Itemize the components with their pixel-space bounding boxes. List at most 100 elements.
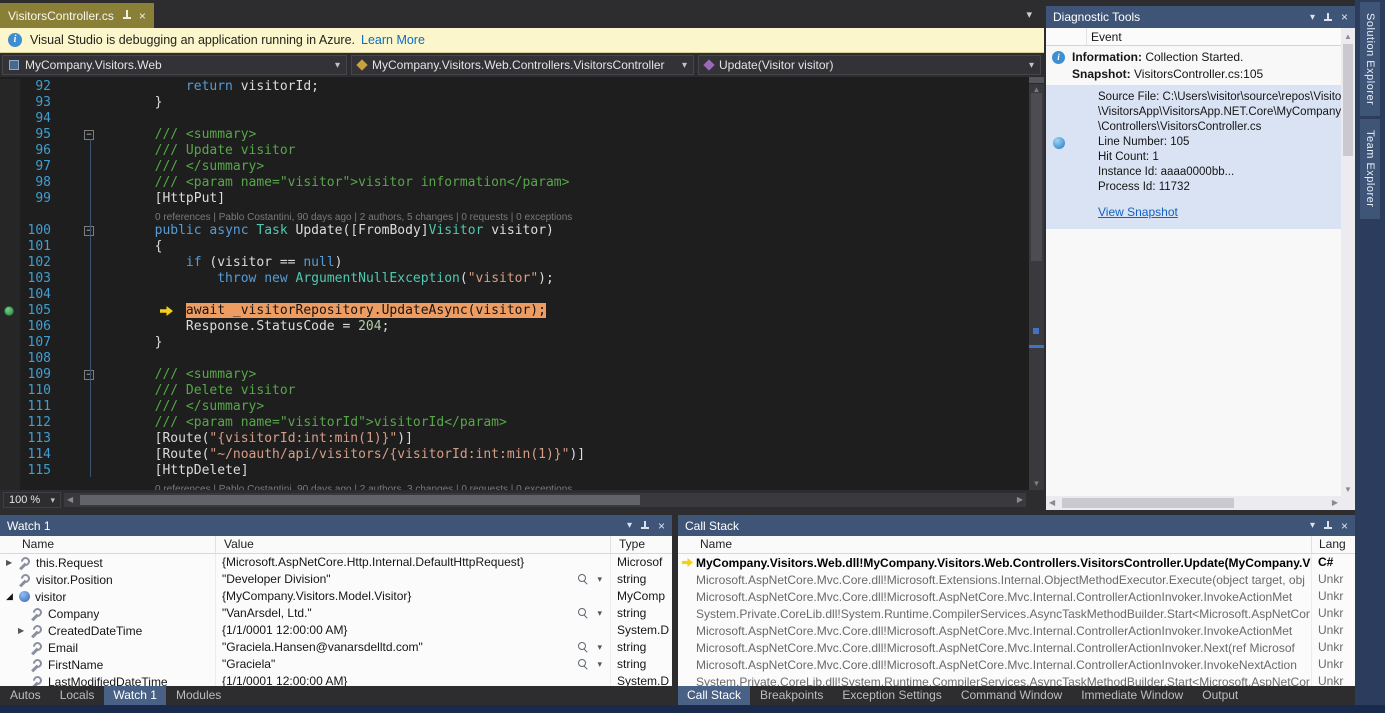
codelens-row[interactable]: 0 references | Pablo Costantini, 90 days…	[0, 207, 1028, 223]
breakpoint-margin[interactable]	[0, 223, 20, 239]
breakpoint-margin[interactable]	[0, 95, 20, 111]
breakpoint-margin[interactable]	[0, 111, 20, 127]
fold-margin[interactable]: −	[58, 367, 92, 383]
breakpoint-margin[interactable]	[0, 127, 20, 143]
panel-tab-watch-1[interactable]: Watch 1	[104, 686, 166, 705]
expander-icon[interactable]: ◢	[6, 591, 19, 602]
panel-tab-exception-settings[interactable]: Exception Settings	[833, 686, 950, 705]
panel-tab-output[interactable]: Output	[1193, 686, 1247, 705]
breakpoint-margin[interactable]	[0, 319, 20, 335]
scroll-down-icon[interactable]: ▼	[1029, 479, 1044, 488]
breakpoint-margin[interactable]	[0, 239, 20, 255]
code-line[interactable]: 103 throw new ArgumentNullException("vis…	[0, 271, 1028, 287]
breakpoint-margin[interactable]	[0, 207, 20, 223]
magnifier-icon[interactable]	[578, 574, 586, 582]
window-menu-icon[interactable]: ▾	[1310, 12, 1315, 23]
event-row-snapshot[interactable]: Snapshot: VisitorsController.cs:105	[1046, 66, 1341, 83]
breakpoint-margin[interactable]	[0, 159, 20, 175]
code-line[interactable]: 102 if (visitor == null)	[0, 255, 1028, 271]
scroll-thumb[interactable]	[1031, 93, 1042, 261]
tab-overflow-chevron-icon[interactable]: ▾	[1026, 8, 1032, 21]
code-editor[interactable]: 92 return visitorId;93 }9495− /// <summa…	[0, 77, 1044, 490]
code-line[interactable]: 115 [HttpDelete]	[0, 463, 1028, 479]
breakpoint-margin[interactable]	[0, 367, 20, 383]
fold-margin[interactable]	[58, 415, 92, 431]
panel-tab-autos[interactable]: Autos	[1, 686, 50, 705]
fold-margin[interactable]: −	[58, 223, 92, 239]
breakpoint-margin[interactable]	[0, 191, 20, 207]
pin-icon[interactable]	[641, 520, 649, 531]
codelens-indicator[interactable]: 0 references | Pablo Costantini, 90 days…	[155, 212, 572, 223]
scroll-down-icon[interactable]: ▼	[1341, 485, 1355, 494]
breakpoint-margin[interactable]	[0, 303, 20, 319]
column-header-type[interactable]: Type	[610, 536, 672, 554]
call-stack-frame[interactable]: Microsoft.AspNetCore.Mvc.Core.dll!Micros…	[678, 588, 1355, 605]
code-line[interactable]: 114 [Route("~/noauth/api/visitors/{visit…	[0, 447, 1028, 463]
fold-margin[interactable]	[58, 175, 92, 191]
column-header-name[interactable]: Name	[678, 536, 1311, 554]
code-line[interactable]: 109− /// <summary>	[0, 367, 1028, 383]
call-stack-frame[interactable]: Microsoft.AspNetCore.Mvc.Core.dll!Micros…	[678, 622, 1355, 639]
fold-margin[interactable]	[58, 383, 92, 399]
watch-row[interactable]: visitor.Position"Developer Division"▾str…	[0, 571, 672, 588]
call-stack-frame[interactable]: Microsoft.AspNetCore.Mvc.Core.dll!Micros…	[678, 656, 1355, 673]
fold-margin[interactable]	[58, 207, 92, 223]
code-line[interactable]: 95− /// <summary>	[0, 127, 1028, 143]
column-header-lang[interactable]: Lang	[1311, 536, 1355, 554]
breakpoint-margin[interactable]	[0, 271, 20, 287]
editor-split-handle[interactable]	[1029, 77, 1044, 84]
editor-vertical-scrollbar[interactable]: ▲ ▼	[1029, 77, 1044, 490]
code-line[interactable]: 108	[0, 351, 1028, 367]
breakpoint-margin[interactable]	[0, 335, 20, 351]
code-line[interactable]: 93 }	[0, 95, 1028, 111]
breakpoint-margin[interactable]	[0, 463, 20, 479]
scroll-thumb[interactable]	[80, 495, 640, 505]
code-line[interactable]: 94	[0, 111, 1028, 127]
column-header-value[interactable]: Value	[215, 536, 610, 554]
scroll-left-icon[interactable]: ◀	[1049, 498, 1055, 507]
code-line[interactable]: 98 /// <param name="visitor">visitor inf…	[0, 175, 1028, 191]
scroll-left-icon[interactable]: ◀	[67, 495, 73, 504]
editor-horizontal-scrollbar[interactable]: ◀ ▶	[64, 493, 1026, 507]
event-row-information[interactable]: i Information: Collection Started.	[1046, 49, 1341, 66]
watch-row[interactable]: FirstName"Graciela"▾string	[0, 656, 672, 673]
member-dropdown[interactable]: Update(Visitor visitor) ▾	[698, 55, 1041, 75]
breakpoint-margin[interactable]	[0, 287, 20, 303]
panel-tab-modules[interactable]: Modules	[167, 686, 230, 705]
magnifier-icon[interactable]	[578, 659, 586, 667]
zoom-dropdown[interactable]: 100 % ▾	[3, 492, 61, 508]
window-menu-icon[interactable]: ▾	[1310, 520, 1315, 531]
fold-margin[interactable]: −	[58, 127, 92, 143]
fold-margin[interactable]	[58, 111, 92, 127]
breakpoint-margin[interactable]	[0, 175, 20, 191]
fold-margin[interactable]	[58, 399, 92, 415]
code-line[interactable]: 96 /// Update visitor	[0, 143, 1028, 159]
breakpoint-margin[interactable]	[0, 383, 20, 399]
code-line[interactable]: 107 }	[0, 335, 1028, 351]
close-icon[interactable]: ×	[139, 9, 146, 23]
view-snapshot-link[interactable]: View Snapshot	[1098, 205, 1178, 219]
fold-margin[interactable]	[58, 239, 92, 255]
watch-row[interactable]: Company"VanArsdel, Ltd."▾string	[0, 605, 672, 622]
code-line[interactable]: 99 [HttpPut]	[0, 191, 1028, 207]
pin-icon[interactable]	[1324, 520, 1332, 531]
expander-icon[interactable]: ▶	[18, 626, 31, 635]
side-tab-solution-explorer[interactable]: Solution Explorer	[1360, 2, 1380, 116]
fold-margin[interactable]	[58, 431, 92, 447]
magnifier-dropdown-icon[interactable]: ▾	[597, 605, 602, 622]
scroll-thumb[interactable]	[1062, 498, 1234, 508]
call-stack-frame[interactable]: System.Private.CoreLib.dll!System.Runtim…	[678, 605, 1355, 622]
fold-margin[interactable]	[58, 479, 92, 490]
scroll-right-icon[interactable]: ▶	[1332, 498, 1338, 507]
magnifier-dropdown-icon[interactable]: ▾	[597, 639, 602, 656]
scroll-thumb[interactable]	[1343, 44, 1353, 156]
magnifier-dropdown-icon[interactable]: ▾	[597, 571, 602, 588]
fold-margin[interactable]	[58, 335, 92, 351]
call-stack-frame[interactable]: System.Private.CoreLib.dll!System.Runtim…	[678, 673, 1355, 686]
watch-row[interactable]: Email"Graciela.Hansen@vanarsdelltd.com"▾…	[0, 639, 672, 656]
panel-tab-breakpoints[interactable]: Breakpoints	[751, 686, 832, 705]
code-line[interactable]: 105 await _visitorRepository.UpdateAsync…	[0, 303, 1028, 319]
breakpoint-margin[interactable]	[0, 399, 20, 415]
breakpoint-margin[interactable]	[0, 447, 20, 463]
fold-margin[interactable]	[58, 287, 92, 303]
